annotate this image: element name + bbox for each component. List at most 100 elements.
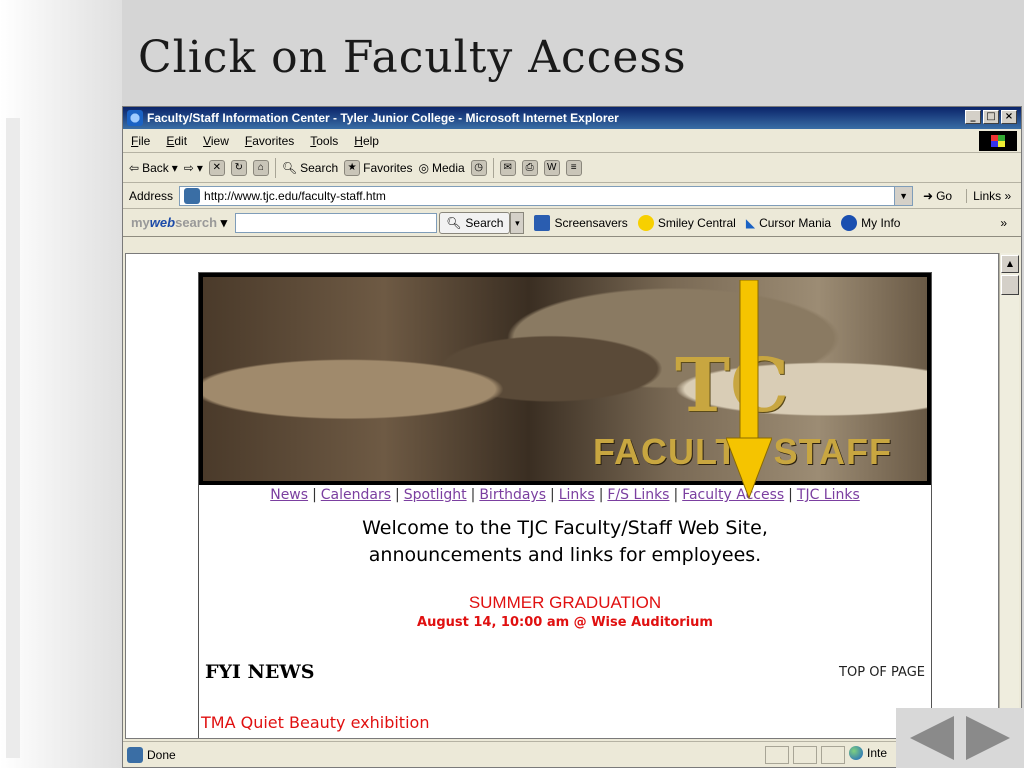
discuss-icon[interactable]: ≡ (565, 159, 582, 176)
window-title: Faculty/Staff Information Center - Tyler… (147, 111, 619, 125)
go-arrow-icon: ➜ (923, 188, 934, 203)
history-icon[interactable]: ◷ (470, 159, 487, 176)
mywebsearch-search-button[interactable]: 🔍︎ Search (439, 211, 511, 234)
scroll-up-icon[interactable]: ▲ (1001, 255, 1019, 273)
mail-icon[interactable]: ✉ (499, 159, 516, 176)
home-icon[interactable]: ⌂ (252, 159, 269, 176)
mywebsearch-input[interactable] (235, 212, 438, 233)
chevron-right-icon[interactable]: » (1000, 216, 1007, 230)
previous-slide-icon[interactable] (910, 716, 954, 760)
monitor-icon (534, 214, 551, 231)
standard-toolbar: ⇦ Back ▾ ⇨ ▾ ✕ ↻ ⌂ 🔍︎ Search ★ Favorites… (123, 153, 1021, 183)
my-info-link[interactable]: My Info (841, 214, 901, 231)
nav-links[interactable]: Links (559, 487, 595, 503)
status-cell (765, 746, 789, 764)
screensavers-label: Screensavers (554, 215, 628, 230)
security-zone: Inte (849, 746, 887, 760)
screensavers-link[interactable]: Screensavers (534, 214, 628, 231)
status-cell (821, 746, 845, 764)
ie-icon (127, 110, 143, 126)
mywebsearch-dropdown-icon[interactable]: ▾ (510, 211, 525, 234)
vertical-scrollbar[interactable]: ▲ (999, 253, 1019, 739)
search-label: Search (300, 160, 339, 175)
faculty-staff-banner: TC FACULTY STAFF (199, 273, 931, 485)
nav-tjc-links[interactable]: TJC Links (797, 487, 860, 503)
forward-arrow-icon: ⇨ (183, 160, 194, 175)
toolbar-separator (274, 157, 276, 178)
windows-logo-icon (979, 131, 1017, 151)
menu-edit[interactable]: Edit (158, 134, 195, 148)
page-content: TC FACULTY STAFF News | Calendars | Spotligh… (125, 253, 999, 739)
top-of-page-link[interactable]: TOP OF PAGE (839, 665, 925, 680)
my-info-label: My Info (861, 215, 901, 230)
minimize-button[interactable]: _ (965, 110, 981, 124)
slide-navigation (896, 708, 1024, 768)
smiley-central-link[interactable]: Smiley Central (637, 214, 736, 231)
links-button[interactable]: Links » (966, 188, 1011, 203)
nav-calendars[interactable]: Calendars (321, 487, 391, 503)
address-bar: Address http://www.tjc.edu/faculty-staff… (123, 183, 1021, 209)
tjc-page: TC FACULTY STAFF News | Calendars | Spotligh… (198, 272, 932, 738)
nav-spotlight[interactable]: Spotlight (404, 487, 467, 503)
slide-title: Click on Faculty Access (138, 32, 687, 83)
cursor-mania-link[interactable]: ◣ Cursor Mania (746, 216, 831, 230)
banner-photo: TC FACULTY STAFF (203, 277, 927, 481)
menu-tools[interactable]: Tools (302, 134, 346, 148)
browser-window: Faculty/Staff Information Center - Tyler… (122, 106, 1022, 768)
cursor-icon: ◣ (745, 215, 756, 230)
go-button[interactable]: ➜ Go (923, 189, 952, 203)
search-icon: 🔍︎ (446, 215, 462, 230)
back-dropdown-icon[interactable]: ▾ (172, 161, 178, 175)
media-button[interactable]: ◎ Media (419, 161, 465, 175)
search-button[interactable]: 🔍︎ Search (282, 161, 338, 175)
zone-label: Inte (867, 746, 888, 760)
menu-bar: File Edit View Favorites Tools Help (123, 129, 1021, 153)
mywebsearch-logo[interactable]: mywebsearch ▾ (131, 215, 227, 231)
next-slide-icon[interactable] (966, 716, 1010, 760)
nav-news[interactable]: News (270, 487, 308, 503)
welcome-message: Welcome to the TJC Faculty/Staff Web Sit… (199, 515, 931, 569)
back-arrow-icon: ⇦ (129, 160, 140, 175)
window-title-bar[interactable]: Faculty/Staff Information Center - Tyler… (123, 107, 1021, 129)
nav-birthdays[interactable]: Birthdays (479, 487, 546, 503)
mywebsearch-search-label: Search (465, 215, 504, 230)
search-magnifier-icon: 🔍︎ (281, 160, 298, 175)
scroll-thumb[interactable] (1001, 275, 1019, 295)
favorites-button[interactable]: ★ Favorites (344, 159, 413, 176)
slide-decorative-squares (6, 118, 34, 758)
annotation-arrow-icon (726, 280, 772, 500)
nav-fs-links[interactable]: F/S Links (607, 487, 669, 503)
edit-icon[interactable]: W (543, 159, 560, 176)
close-button[interactable]: × (1001, 110, 1017, 124)
forward-button[interactable]: ⇨ ▾ (184, 161, 203, 175)
menu-help[interactable]: Help (346, 134, 387, 148)
menu-file[interactable]: File (123, 134, 158, 148)
status-cell (793, 746, 817, 764)
page-done-icon (127, 746, 143, 763)
stop-icon[interactable]: ✕ (208, 159, 225, 176)
address-url: http://www.tjc.edu/faculty-staff.htm (204, 188, 386, 203)
forward-dropdown-icon[interactable]: ▾ (197, 161, 203, 175)
print-icon[interactable]: ⎙ (521, 159, 538, 176)
graduation-date: August 14, 10:00 am @ Wise Auditorium (417, 615, 713, 630)
fyi-news-heading: FYI NEWS (205, 661, 315, 683)
page-icon (184, 187, 201, 204)
maximize-button[interactable]: □ (983, 110, 999, 124)
globe-icon (849, 746, 863, 760)
media-label: Media (431, 160, 465, 175)
smiley-central-label: Smiley Central (657, 215, 736, 230)
address-dropdown-icon[interactable]: ▼ (894, 186, 913, 205)
info-icon (841, 214, 858, 231)
address-label: Address (129, 188, 174, 203)
refresh-icon[interactable]: ↻ (230, 159, 247, 176)
go-label: Go (936, 188, 953, 203)
logo-dropdown-icon[interactable]: ▾ (221, 215, 228, 230)
menu-favorites[interactable]: Favorites (237, 134, 302, 148)
cursor-mania-label: Cursor Mania (759, 215, 832, 230)
back-button[interactable]: ⇦ Back ▾ (129, 161, 178, 175)
address-input[interactable]: http://www.tjc.edu/faculty-staff.htm ▼ (179, 185, 914, 206)
back-label: Back (142, 160, 169, 175)
logo-web: web (149, 214, 176, 230)
menu-view[interactable]: View (195, 134, 237, 148)
news-item-link[interactable]: TMA Quiet Beauty exhibition (201, 713, 429, 732)
